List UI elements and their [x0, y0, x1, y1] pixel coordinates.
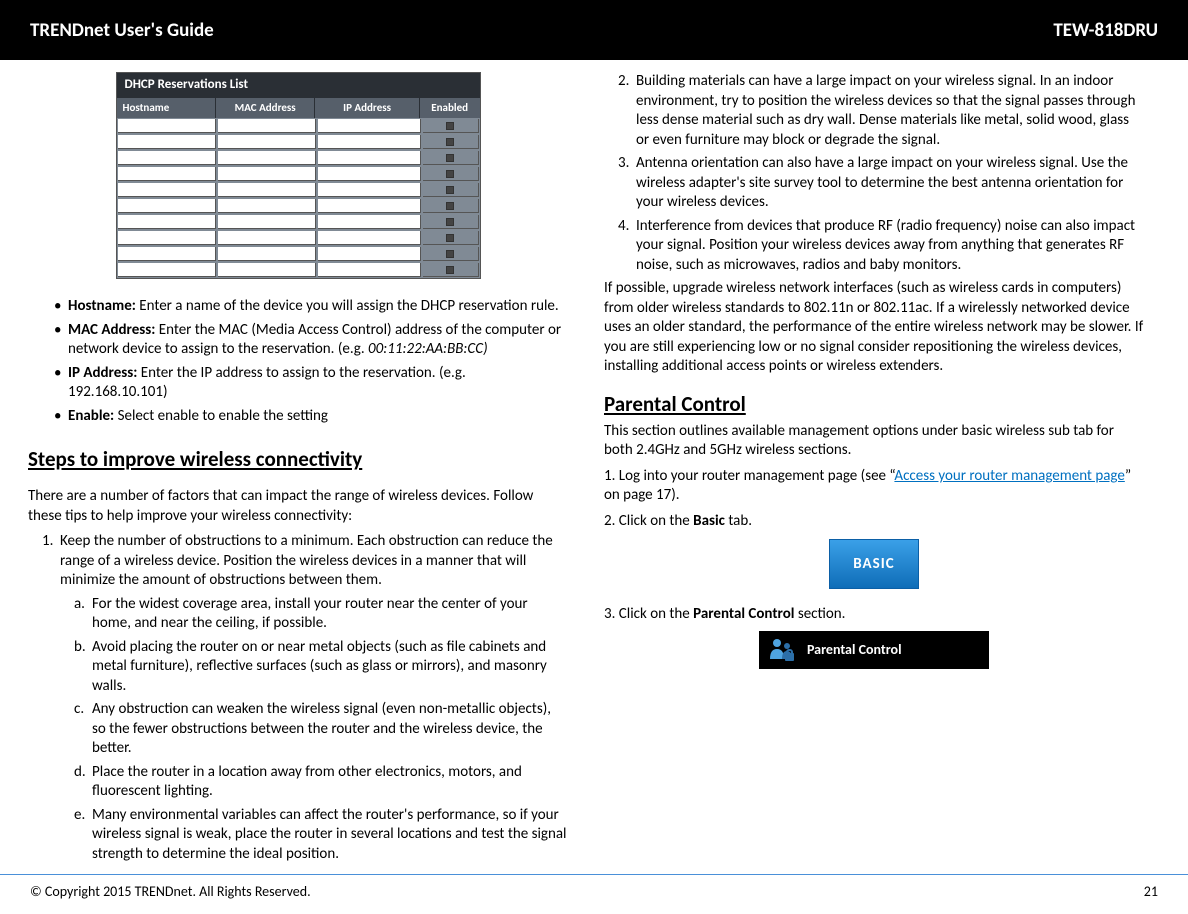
parental-step-2: 2. Click on the Basic tab.: [604, 512, 1144, 532]
content-area: DHCP Reservations List Hostname MAC Addr…: [0, 60, 1188, 840]
parental-control-image: Parental Control: [759, 631, 989, 669]
checkbox-icon: [446, 218, 454, 226]
dhcp-table-header: Hostname MAC Address IP Address Enabled: [117, 98, 480, 118]
steps-heading: Steps to improve wireless connectivity: [28, 446, 568, 473]
table-row: [117, 214, 480, 230]
checkbox-icon: [446, 202, 454, 210]
checkbox-icon: [446, 250, 454, 258]
field-definitions: Hostname: Enter a name of the device you…: [28, 297, 568, 426]
substep-e: e.Many environmental variables can affec…: [74, 806, 568, 865]
steps-list-cont: 2.Building materials can have a large im…: [604, 72, 1144, 275]
step-4: 4.Interference from devices that produce…: [618, 217, 1144, 276]
dhcp-table-title: DHCP Reservations List: [117, 73, 480, 98]
page-header: TRENDnet User's Guide TEW-818DRU: [0, 0, 1188, 60]
left-column: DHCP Reservations List Hostname MAC Addr…: [28, 72, 586, 840]
dhcp-reservations-screenshot: DHCP Reservations List Hostname MAC Addr…: [116, 72, 481, 279]
step-1: 1.Keep the number of obstructions to a m…: [42, 532, 568, 864]
table-row: [117, 198, 480, 214]
substep-a: a.For the widest coverage area, install …: [74, 595, 568, 634]
parental-btn-label: Parental Control: [807, 641, 902, 659]
checkbox-icon: [446, 138, 454, 146]
checkbox-icon: [446, 170, 454, 178]
col-hostname: Hostname: [117, 98, 216, 118]
col-enabled: Enabled: [420, 98, 480, 118]
basic-label: BASIC: [853, 555, 894, 575]
substep-b: b.Avoid placing the router on or near me…: [74, 638, 568, 697]
parental-step-3: 3. Click on the Parental Control section…: [604, 605, 1144, 625]
table-row: [117, 182, 480, 198]
table-row: [117, 262, 480, 278]
substeps: a.For the widest coverage area, install …: [60, 595, 568, 865]
step-3: 3.Antenna orientation can also have a la…: [618, 154, 1144, 213]
guide-title: TRENDnet User's Guide: [30, 19, 214, 42]
steps-list: 1.Keep the number of obstructions to a m…: [28, 532, 568, 864]
page-number: 21: [1144, 883, 1158, 900]
dhcp-table-body: [117, 118, 480, 278]
parental-step-1: 1. Log into your router management page …: [604, 467, 1144, 506]
checkbox-icon: [446, 266, 454, 274]
def-ip: IP Address: Enter the IP address to assi…: [54, 364, 568, 403]
table-row: [117, 166, 480, 182]
table-row: [117, 246, 480, 262]
parental-heading: Parental Control: [604, 391, 1144, 418]
parental-control-icon: [767, 635, 797, 665]
model-number: TEW-818DRU: [1053, 19, 1158, 42]
checkbox-icon: [446, 154, 454, 162]
table-row: [117, 118, 480, 134]
def-enable: Enable: Select enable to enable the sett…: [54, 407, 568, 427]
checkbox-icon: [446, 122, 454, 130]
col-mac: MAC Address: [216, 98, 315, 118]
col-ip: IP Address: [315, 98, 419, 118]
substep-c: c.Any obstruction can weaken the wireles…: [74, 700, 568, 759]
def-hostname: Hostname: Enter a name of the device you…: [54, 297, 568, 317]
right-column: 2.Building materials can have a large im…: [586, 72, 1144, 840]
checkbox-icon: [446, 186, 454, 194]
parental-intro: This section outlines available manageme…: [604, 422, 1144, 461]
checkbox-icon: [446, 234, 454, 242]
table-row: [117, 230, 480, 246]
table-row: [117, 134, 480, 150]
management-page-link[interactable]: Access your router management page: [894, 467, 1124, 485]
copyright: © Copyright 2015 TRENDnet. All Rights Re…: [30, 883, 311, 900]
page-footer: © Copyright 2015 TRENDnet. All Rights Re…: [0, 874, 1188, 900]
def-mac: MAC Address: Enter the MAC (Media Access…: [54, 321, 568, 360]
substep-d: d.Place the router in a location away fr…: [74, 763, 568, 802]
table-row: [117, 150, 480, 166]
upgrade-paragraph: If possible, upgrade wireless network in…: [604, 279, 1144, 377]
basic-tab-image: BASIC: [829, 539, 919, 589]
steps-intro: There are a number of factors that can i…: [28, 487, 568, 526]
step-2: 2.Building materials can have a large im…: [618, 72, 1144, 150]
